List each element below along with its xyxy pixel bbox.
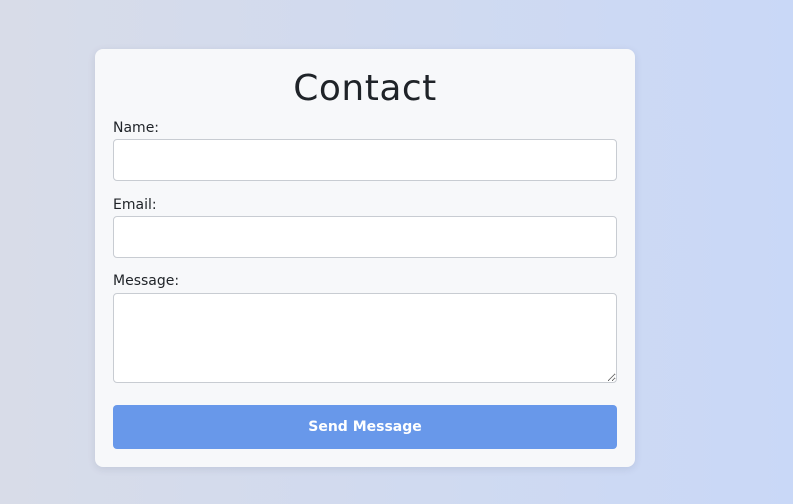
email-input[interactable]	[113, 216, 617, 258]
page-title: Contact	[293, 68, 437, 109]
send-message-button[interactable]: Send Message	[113, 405, 617, 449]
message-label: Message:	[113, 273, 180, 289]
name-input[interactable]	[113, 139, 617, 181]
message-textarea[interactable]	[113, 293, 617, 383]
contact-form-card: Contact Name: Email: Message: Send Messa…	[95, 49, 635, 467]
name-label: Name:	[113, 120, 160, 136]
email-label: Email:	[113, 197, 157, 213]
